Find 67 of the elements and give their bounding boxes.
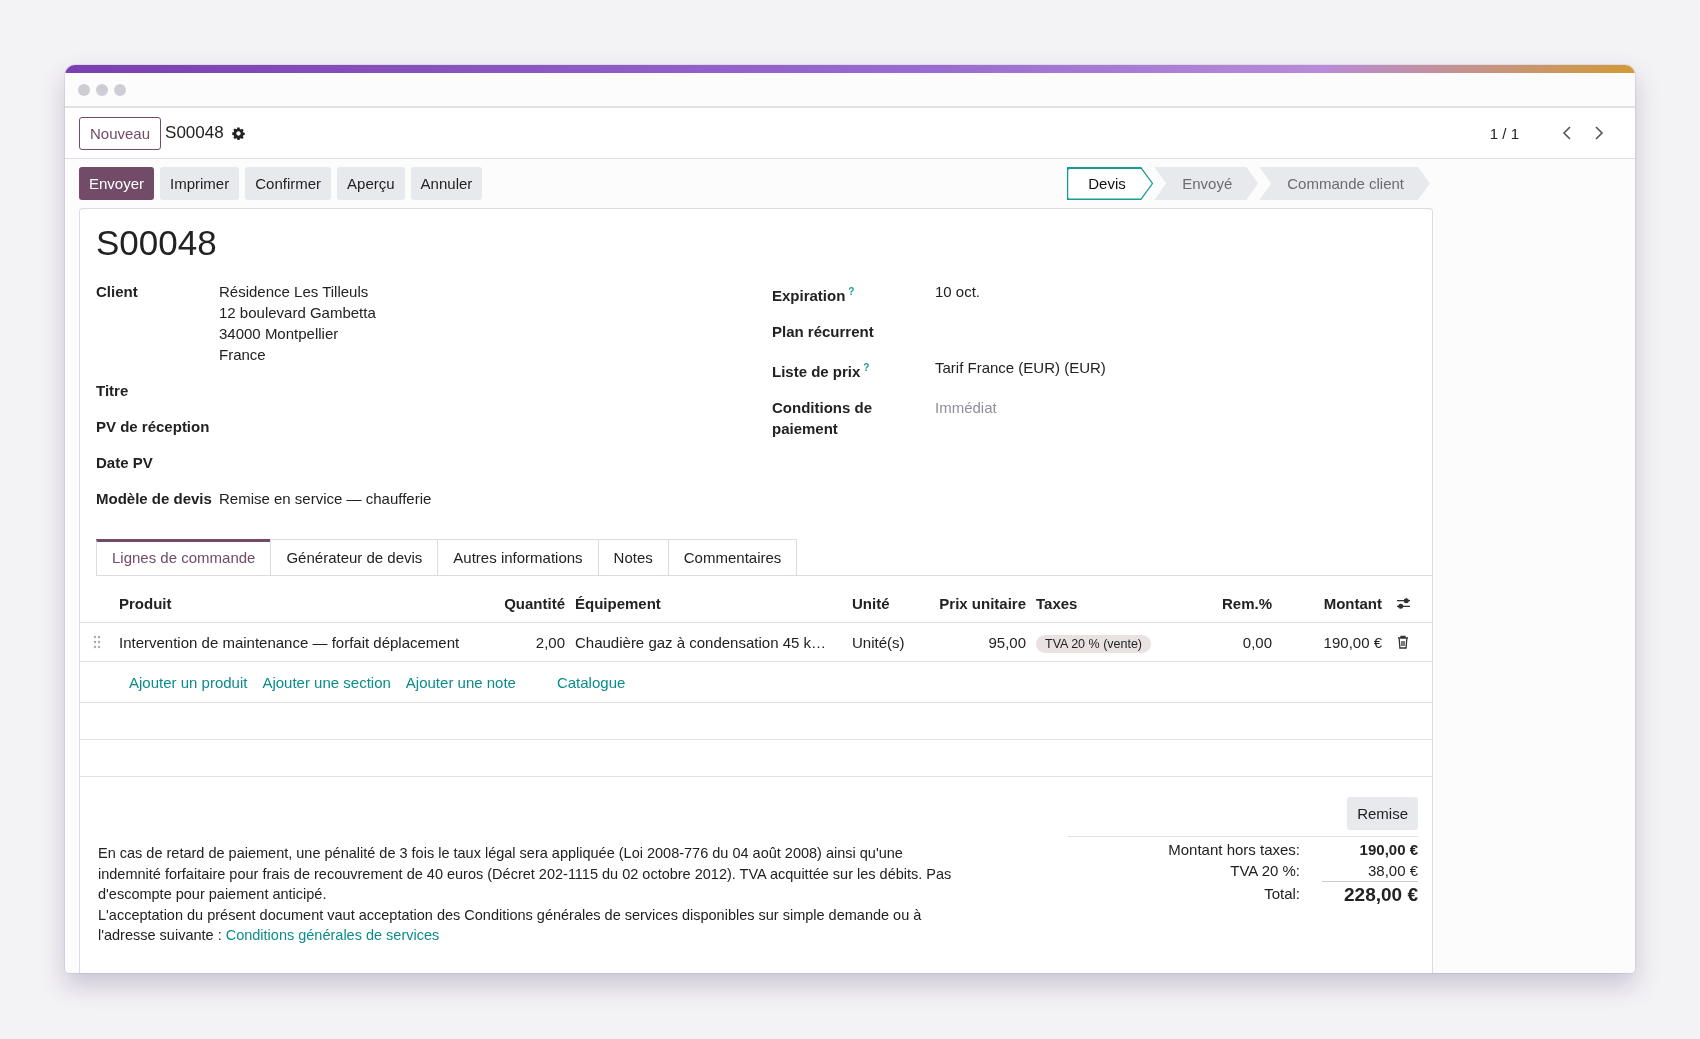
field-label: Plan récurrent — [772, 323, 874, 340]
action-button[interactable]: Aperçu — [337, 167, 405, 200]
total-label: Total: — [1264, 884, 1300, 904]
column-header[interactable]: Rem.% — [1189, 594, 1277, 612]
action-button[interactable]: Envoyer — [79, 167, 155, 200]
total-label: TVA 20 %: — [1230, 861, 1300, 881]
column-header[interactable]: Équipement — [570, 594, 847, 612]
column-header[interactable]: Taxes — [1031, 594, 1189, 612]
total-value: 38,00 € — [1366, 861, 1418, 881]
field-label: Expiration — [772, 287, 846, 304]
field-label: Date PV — [96, 453, 154, 473]
total-label: Montant hors taxes: — [1168, 840, 1300, 860]
action-button[interactable]: Confirmer — [245, 167, 332, 200]
total-value: 190,00 € — [1358, 840, 1418, 860]
previous-icon[interactable] — [1561, 125, 1573, 141]
status-step[interactable]: Devis — [1066, 167, 1154, 200]
field-value[interactable]: Remise en service — chaufferie — [219, 488, 432, 509]
terms-text: L'acceptation du présent document vaut acceptation des Conditions générales de services disponibles sur simple demande ou à l'adresse suivante : Conditions générales de services — [98, 905, 923, 945]
notebook-tab[interactable]: Commentaires — [667, 539, 798, 575]
pager-counter: 1 / 1 — [1489, 124, 1519, 142]
status-step[interactable]: Envoyé — [1154, 167, 1259, 200]
address-line: Résidence Les Tilleuls — [219, 282, 370, 302]
address-line: 12 boulevard Gambetta — [219, 303, 376, 323]
address-line: 34000 Montpellier — [219, 324, 340, 344]
table-cell-text: Unité(s) — [851, 633, 906, 651]
total-value: 228,00 € — [1322, 881, 1418, 908]
column-header[interactable]: Montant — [1277, 594, 1387, 612]
add-line-link[interactable]: Ajouter une note — [405, 673, 516, 691]
tax-tag: TVA 20 % (vente) — [1036, 634, 1152, 653]
delete-icon[interactable] — [1396, 635, 1410, 649]
field-label: Conditions de paiement — [772, 399, 872, 437]
status-step[interactable]: Commande client — [1259, 167, 1430, 200]
field-label: PV de réception — [96, 417, 211, 437]
action-button[interactable]: Annuler — [410, 167, 483, 200]
record-name: S00048 — [165, 123, 224, 143]
help-tooltip[interactable]: ? — [848, 286, 855, 297]
table-cell-text: Intervention de maintenance — forfait déplacement — [118, 633, 461, 651]
field-label: Liste de prix — [772, 363, 861, 380]
terms-link[interactable]: Conditions générales de services — [225, 927, 440, 943]
column-header[interactable]: Quantité — [480, 594, 570, 612]
table-cell-text: 190,00 € — [1322, 633, 1383, 651]
add-line-link[interactable]: Ajouter un produit — [129, 673, 248, 691]
address-line: France — [219, 345, 267, 365]
column-options-icon[interactable] — [1396, 596, 1411, 610]
table-cell-text: 95,00 — [987, 633, 1027, 651]
action-button[interactable]: Imprimer — [160, 167, 240, 200]
table-cell-text: 2,00 — [534, 633, 566, 651]
column-header[interactable]: Prix unitaire — [927, 594, 1031, 612]
column-header[interactable]: Unité — [847, 594, 927, 612]
column-header[interactable]: Produit — [114, 594, 480, 612]
table-cell-text: Chaudière gaz à condensation 45 k… — [574, 633, 827, 651]
record-title: S00048 — [96, 223, 218, 263]
terms-text: En cas de retard de paiement, une pénalité de 3 fois le taux légal sera appliquée (Loi 2008-776 du 04 août 2008) ainsi qu'une indemnité forfaitaire pour frais de recouvrement de 40 euros (Décret 202-1115 du 02 octobre 2012). TVA acquittée sur les débits. Pas d'escompte pour paiement anticipé. — [98, 844, 953, 904]
new-button[interactable]: Nouveau — [79, 116, 162, 150]
field-label: Client — [96, 282, 139, 302]
field-value[interactable]: 10 oct. — [935, 281, 981, 302]
next-icon[interactable] — [1593, 125, 1605, 141]
discount-button[interactable]: Remise — [1347, 797, 1418, 830]
catalog-link[interactable]: Catalogue — [556, 673, 626, 691]
add-line-link[interactable]: Ajouter une section — [262, 673, 391, 691]
notebook-tab[interactable]: Lignes de commande — [96, 539, 272, 575]
help-tooltip[interactable]: ? — [863, 362, 870, 373]
field-value[interactable]: Tarif France (EUR) (EUR) — [935, 357, 1106, 378]
field-label: Modèle de devis — [96, 489, 213, 509]
settings-icon[interactable] — [231, 126, 245, 140]
table-cell-text: 0,00 — [1241, 633, 1273, 651]
field-label: Titre — [96, 381, 130, 401]
